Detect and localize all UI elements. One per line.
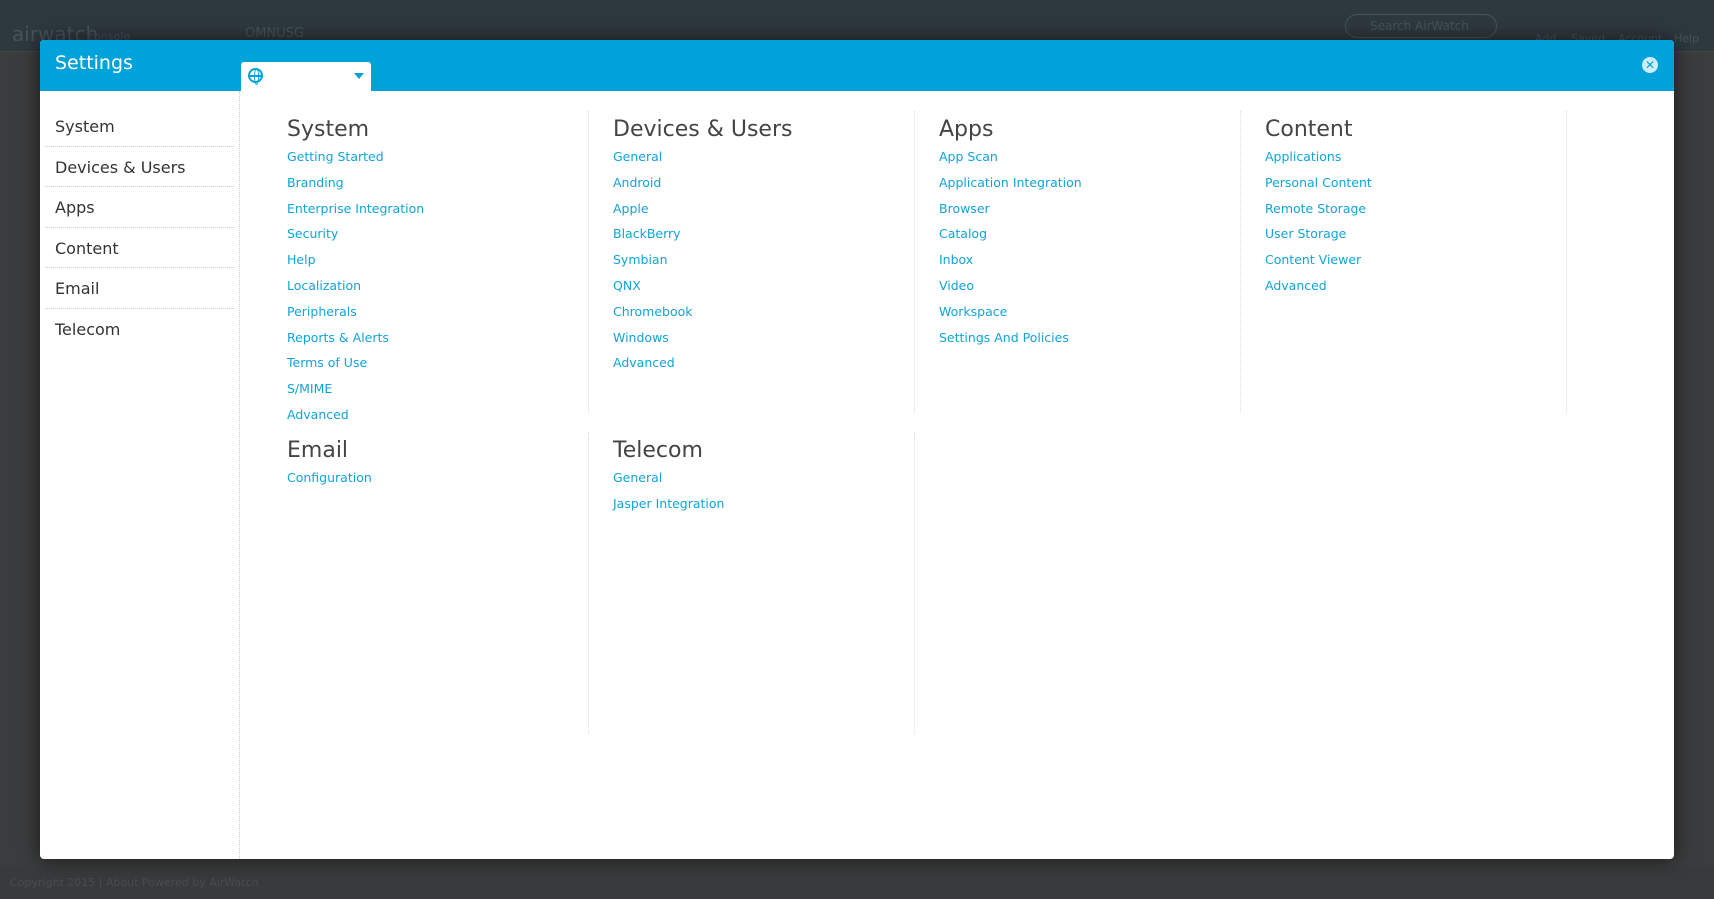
settings-link[interactable]: Symbian — [613, 252, 914, 278]
section-email: Email Configuration — [263, 432, 589, 734]
section-devices-users: Devices & Users General Android Apple BlackB… — [589, 111, 915, 413]
section-title: Apps — [939, 117, 994, 142]
settings-link[interactable]: Enterprise Integration — [287, 201, 588, 227]
settings-link[interactable]: Video — [939, 278, 1240, 304]
settings-link[interactable]: Android — [613, 175, 914, 201]
settings-link[interactable]: Peripherals — [287, 304, 588, 330]
chevron-down-icon — [354, 73, 364, 79]
settings-link[interactable]: Inbox — [939, 252, 1240, 278]
settings-link[interactable]: User Storage — [1265, 226, 1566, 252]
settings-link[interactable]: Workspace — [939, 304, 1240, 330]
settings-link[interactable]: Apple — [613, 201, 914, 227]
section-telecom: Telecom General Jasper Integration — [589, 432, 915, 734]
sidebar-item-email[interactable]: Email — [45, 268, 234, 309]
settings-link[interactable]: Applications — [1265, 149, 1566, 175]
settings-link[interactable]: Browser — [939, 201, 1240, 227]
settings-link[interactable]: Reports & Alerts — [287, 330, 588, 356]
settings-modal: Settings ✕ System Devices & Users Apps C… — [40, 40, 1674, 859]
settings-link[interactable]: Terms of Use — [287, 355, 588, 381]
settings-link[interactable]: Catalog — [939, 226, 1240, 252]
settings-link[interactable]: BlackBerry — [613, 226, 914, 252]
settings-link[interactable]: Localization — [287, 278, 588, 304]
nav-help[interactable]: Help — [1674, 32, 1699, 45]
settings-link[interactable]: S/MIME — [287, 381, 588, 407]
settings-link[interactable]: Advanced — [613, 355, 914, 381]
sidebar-item-apps[interactable]: Apps — [45, 187, 234, 228]
settings-link[interactable]: General — [613, 149, 914, 175]
settings-link[interactable]: Help — [287, 252, 588, 278]
settings-link[interactable]: Advanced — [287, 407, 588, 433]
section-title: System — [287, 117, 370, 142]
sidebar-item-content[interactable]: Content — [45, 228, 234, 268]
settings-link[interactable]: Personal Content — [1265, 175, 1566, 201]
settings-link[interactable]: QNX — [613, 278, 914, 304]
settings-link[interactable]: Jasper Integration — [613, 496, 914, 522]
section-title: Telecom — [613, 438, 703, 463]
footer: Copyright 2015 | About Powered by AirWat… — [0, 866, 1714, 899]
sidebar-item-system[interactable]: System — [45, 106, 234, 147]
settings-link[interactable]: Content Viewer — [1265, 252, 1566, 278]
settings-link[interactable]: Advanced — [1265, 278, 1566, 304]
section-apps: Apps App Scan Application Integration Brows… — [915, 111, 1241, 413]
org-selector[interactable]: OMNUSG — [245, 26, 304, 41]
section-title: Devices & Users — [613, 117, 793, 142]
settings-link[interactable]: Settings And Policies — [939, 330, 1240, 356]
settings-link[interactable]: Branding — [287, 175, 588, 201]
sidebar-item-telecom[interactable]: Telecom — [45, 309, 234, 350]
section-system: System Getting Started Branding Enterprise … — [263, 111, 589, 422]
globe-icon — [248, 68, 263, 85]
settings-link[interactable]: General — [613, 470, 914, 496]
close-icon[interactable]: ✕ — [1642, 57, 1658, 73]
section-content: Content Applications Personal Content Remot… — [1241, 111, 1567, 413]
settings-link[interactable]: Getting Started — [287, 149, 588, 175]
section-title: Email — [287, 438, 349, 463]
org-dropdown[interactable] — [241, 62, 371, 91]
settings-link[interactable]: Security — [287, 226, 588, 252]
sidebar-item-devices-users[interactable]: Devices & Users — [45, 147, 234, 187]
modal-header: Settings ✕ — [40, 40, 1674, 91]
settings-link[interactable]: Chromebook — [613, 304, 914, 330]
settings-link[interactable]: Windows — [613, 330, 914, 356]
search-input[interactable]: Search AirWatch — [1345, 14, 1497, 38]
settings-link[interactable]: Application Integration — [939, 175, 1240, 201]
sidebar: System Devices & Users Apps Content Emai… — [40, 91, 240, 859]
settings-link[interactable]: Configuration — [287, 470, 588, 496]
section-title: Content — [1265, 117, 1353, 142]
settings-link[interactable]: Remote Storage — [1265, 201, 1566, 227]
settings-link[interactable]: App Scan — [939, 149, 1240, 175]
modal-title: Settings — [55, 52, 133, 74]
